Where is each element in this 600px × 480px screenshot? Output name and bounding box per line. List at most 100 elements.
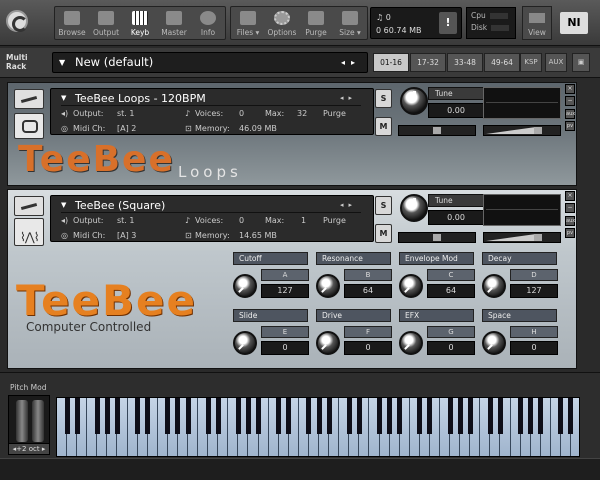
drive-value[interactable]: 0	[344, 341, 392, 355]
mute-button[interactable]: M	[375, 224, 392, 243]
black-key[interactable]	[467, 398, 473, 434]
pan-slider[interactable]	[398, 125, 476, 136]
black-key[interactable]	[185, 398, 191, 434]
black-key[interactable]	[245, 398, 251, 434]
minimize-icon[interactable]: −	[565, 96, 575, 106]
slide-knob[interactable]	[233, 331, 257, 355]
minimize-icon[interactable]: −	[565, 203, 575, 213]
loop-button[interactable]	[14, 113, 44, 139]
black-key[interactable]	[276, 398, 282, 434]
rack-nav-arrows-icon[interactable]: ◂▸	[341, 53, 361, 72]
black-key[interactable]	[316, 398, 322, 434]
black-key[interactable]	[286, 398, 292, 434]
purge-dropdown[interactable]: Purge	[323, 213, 346, 228]
black-key[interactable]	[356, 398, 362, 434]
ni-logo[interactable]: NI	[560, 12, 588, 34]
keyboard-button[interactable]: Keyb	[123, 7, 157, 39]
black-key[interactable]	[165, 398, 171, 434]
page-tab-3[interactable]: 33-48	[447, 53, 483, 72]
close-icon[interactable]: ×	[565, 191, 575, 201]
cutoff-value[interactable]: 127	[261, 284, 309, 298]
slide-value[interactable]: 0	[261, 341, 309, 355]
efx-value[interactable]: 0	[427, 341, 475, 355]
space-knob[interactable]	[482, 331, 506, 355]
drive-knob[interactable]	[316, 331, 340, 355]
dropdown-arrow-icon[interactable]: ▼	[61, 91, 66, 106]
black-key[interactable]	[326, 398, 332, 434]
black-key[interactable]	[417, 398, 423, 434]
decay-value[interactable]: 127	[510, 284, 558, 298]
black-key[interactable]	[376, 398, 382, 434]
files-button[interactable]: Files ▾	[231, 7, 265, 39]
black-key[interactable]	[568, 398, 574, 434]
solo-button[interactable]: S	[375, 196, 392, 215]
cutoff-knob[interactable]	[233, 274, 257, 298]
black-key[interactable]	[538, 398, 544, 434]
view-button[interactable]: View	[522, 6, 552, 40]
decay-knob[interactable]	[482, 274, 506, 298]
black-key[interactable]	[205, 398, 211, 434]
resonance-value[interactable]: 64	[344, 284, 392, 298]
octave-shift[interactable]: ◂+2 oct ▸	[8, 443, 50, 455]
black-key[interactable]	[397, 398, 403, 434]
pv-button[interactable]: pv	[565, 228, 575, 238]
tune-knob[interactable]	[400, 87, 428, 115]
tune-value[interactable]: 0.00	[428, 210, 484, 225]
dropdown-arrow-icon[interactable]: ▼	[59, 53, 65, 72]
midi-value[interactable]: [A] 2	[117, 121, 136, 136]
page-tab-2[interactable]: 17-32	[410, 53, 446, 72]
black-key[interactable]	[175, 398, 181, 434]
black-key[interactable]	[64, 398, 70, 434]
black-key[interactable]	[487, 398, 493, 434]
output-value[interactable]: st. 1	[117, 106, 134, 121]
instrument-nav-arrows-icon[interactable]: ◂▸	[340, 91, 357, 106]
purge-button[interactable]: Purge	[299, 7, 333, 39]
black-key[interactable]	[256, 398, 262, 434]
output-button[interactable]: Output	[89, 7, 123, 39]
black-key[interactable]	[104, 398, 110, 434]
solo-button[interactable]: S	[375, 89, 392, 108]
mod-wheel[interactable]	[32, 400, 44, 442]
tune-knob[interactable]	[400, 194, 428, 222]
pitch-wheel[interactable]	[16, 400, 28, 442]
black-key[interactable]	[145, 398, 151, 434]
pv-button[interactable]: pv	[565, 121, 575, 131]
dropdown-arrow-icon[interactable]: ▼	[61, 198, 66, 213]
black-key[interactable]	[94, 398, 100, 434]
rack-name-field[interactable]: ▼ New (default) ◂▸	[52, 52, 368, 73]
ksp-button[interactable]: KSP	[520, 53, 542, 72]
resonance-knob[interactable]	[316, 274, 340, 298]
page-tab-4[interactable]: 49-64	[484, 53, 520, 72]
black-key[interactable]	[558, 398, 564, 434]
mute-button[interactable]: M	[375, 117, 392, 136]
black-key[interactable]	[346, 398, 352, 434]
instrument-name-field[interactable]: ▼ TeeBee Loops - 120BPM ◂▸	[61, 91, 361, 106]
black-key[interactable]	[387, 398, 393, 434]
info-button[interactable]: Info	[191, 7, 225, 39]
waveform-button[interactable]: ⌇⋀⌇	[14, 218, 44, 246]
envelope-mod-knob[interactable]	[399, 274, 423, 298]
close-icon[interactable]: ×	[565, 84, 575, 94]
black-key[interactable]	[306, 398, 312, 434]
instrument-name-field[interactable]: ▼ TeeBee (Square) ◂▸	[61, 198, 361, 213]
black-key[interactable]	[114, 398, 120, 434]
size-button[interactable]: Size ▾	[333, 7, 367, 39]
master-button[interactable]: Master	[157, 7, 191, 39]
wrench-button[interactable]	[14, 89, 44, 109]
black-key[interactable]	[74, 398, 80, 434]
pan-slider[interactable]	[398, 232, 476, 243]
black-key[interactable]	[497, 398, 503, 434]
aux-small-button[interactable]: aux	[565, 216, 575, 226]
kontakt-logo-icon[interactable]	[6, 10, 28, 32]
volume-slider[interactable]	[483, 232, 561, 243]
aux-small-button[interactable]: aux	[565, 109, 575, 119]
efx-knob[interactable]	[399, 331, 423, 355]
warning-button[interactable]: !	[439, 12, 457, 34]
wrench-button[interactable]	[14, 196, 44, 216]
black-key[interactable]	[447, 398, 453, 434]
instrument-nav-arrows-icon[interactable]: ◂▸	[340, 198, 357, 213]
black-key[interactable]	[215, 398, 221, 434]
page-tab-1[interactable]: 01-16	[373, 53, 409, 72]
black-key[interactable]	[518, 398, 524, 434]
tune-value[interactable]: 0.00	[428, 103, 484, 118]
